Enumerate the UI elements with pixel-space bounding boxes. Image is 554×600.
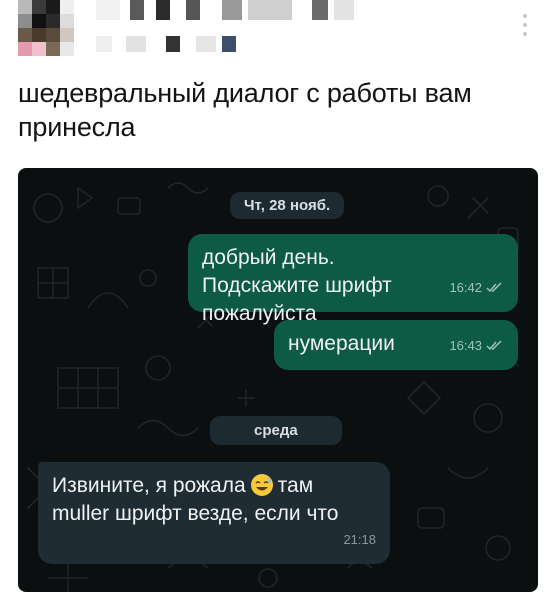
- message-time: 16:42: [449, 280, 482, 295]
- more-options-icon[interactable]: [520, 14, 530, 36]
- double-check-read-icon: [486, 282, 502, 293]
- incoming-message-bubble[interactable]: Извините, я рожала там muller шрифт везд…: [38, 462, 390, 564]
- message-meta: 16:42: [449, 274, 504, 302]
- message-time: 21:18: [343, 532, 376, 547]
- post-text: шедевральный диалог с работы вам принесл…: [18, 78, 472, 142]
- message-text: Извините, я рожала там muller шрифт везд…: [52, 472, 372, 528]
- message-meta: 16:43: [449, 332, 504, 360]
- message-time: 16:43: [449, 338, 482, 353]
- post-header: [0, 0, 554, 62]
- message-meta: 21:18: [343, 526, 376, 554]
- sweat-smile-emoji-icon: [250, 474, 273, 496]
- date-separator: среда: [210, 416, 342, 445]
- message-text: добрый день. Подскажите шрифт пожалуйста: [202, 246, 392, 325]
- outgoing-message-bubble[interactable]: нумерации 16:43: [274, 320, 518, 370]
- double-check-read-icon: [486, 340, 502, 351]
- avatar[interactable]: [18, 0, 74, 56]
- outgoing-message-bubble[interactable]: добрый день. Подскажите шрифт пожалуйста…: [188, 234, 518, 325]
- date-separator: Чт, 28 нояб.: [230, 192, 345, 219]
- chat-screenshot: Чт, 28 нояб. добрый день. Подскажите шри…: [18, 168, 538, 592]
- message-text-part: Извините, я рожала: [52, 474, 246, 497]
